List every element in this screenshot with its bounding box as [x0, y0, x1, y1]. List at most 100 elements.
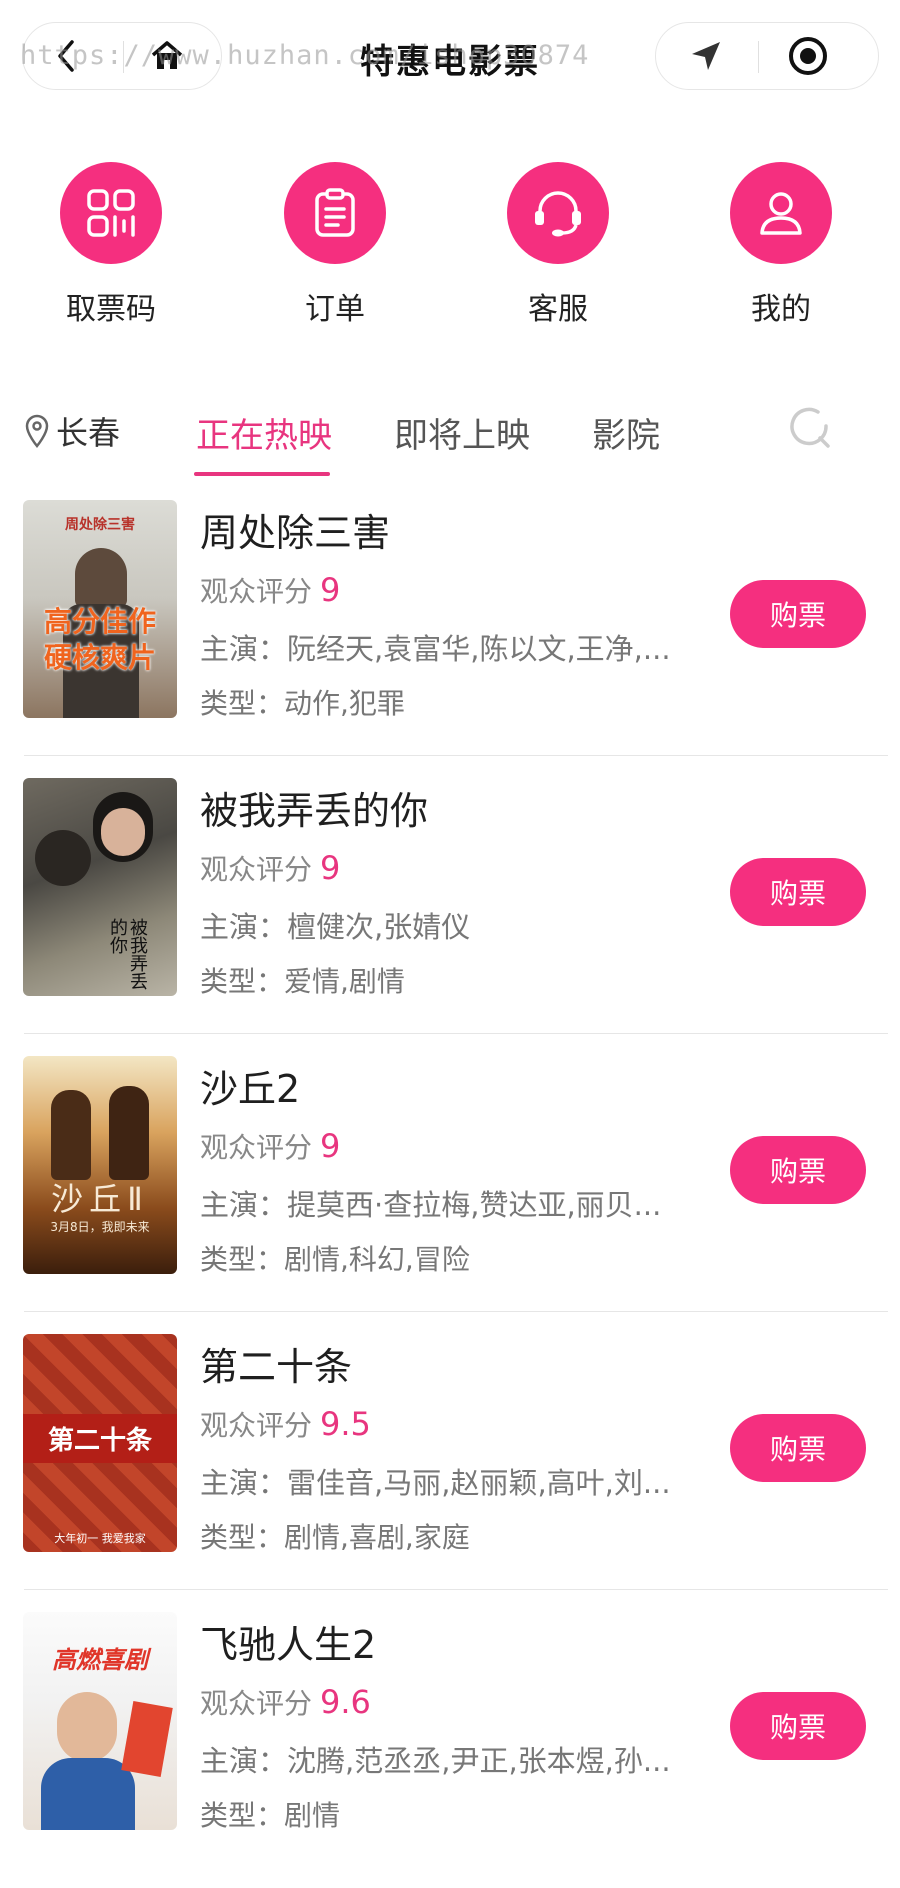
search-button[interactable] — [788, 406, 838, 456]
poster-top-text: 大年初一 我爱我家 — [54, 1532, 146, 1545]
top-navigation-bar: 特惠电影票 https://www.huzhan.com/ishop30874 — [0, 0, 900, 118]
poster-headline: 沙丘Ⅱ — [51, 1180, 149, 1218]
divider — [24, 1311, 888, 1312]
headset-icon — [535, 191, 581, 237]
genre-label: 类型： — [200, 1243, 285, 1276]
search-icon — [790, 407, 830, 448]
cast-value: 提莫西·查拉梅,赞达亚,丽贝... — [287, 1188, 662, 1222]
movie-genre: 类型：剧情,喜剧,家庭 — [200, 1516, 470, 1556]
buy-ticket-button[interactable]: 购票 — [730, 1692, 866, 1760]
divider — [24, 1033, 888, 1034]
movie-score: 观众评分 9 — [200, 848, 340, 888]
genre-value: 剧情,喜剧,家庭 — [284, 1521, 470, 1554]
divider — [24, 1589, 888, 1590]
tab-coming-soon[interactable]: 即将上映 — [394, 408, 530, 457]
score-value: 9.5 — [320, 1405, 371, 1443]
movie-tabs: 长春 正在热映 即将上映 影院 — [0, 398, 900, 478]
cast-value: 沈腾,范丞丞,尹正,张本煜,孙... — [287, 1744, 671, 1778]
location-pin-icon — [25, 414, 49, 448]
cast-label: 主演： — [200, 1466, 288, 1500]
quick-item-ticket-code[interactable]: 取票码 — [31, 162, 191, 328]
movie-item[interactable]: 被我弄丢的你 被我弄丢的你 观众评分 9 主演：檀健次,张婧仪 类型：爱情,剧情 … — [0, 778, 900, 1054]
buy-ticket-button[interactable]: 购票 — [730, 858, 866, 926]
location-button[interactable] — [666, 23, 746, 89]
genre-value: 动作,犯罪 — [284, 687, 405, 720]
quick-circle — [730, 162, 832, 264]
score-value: 9 — [320, 849, 341, 887]
poster-sign — [121, 1701, 173, 1777]
genre-label: 类型： — [200, 1521, 285, 1554]
tab-cinemas[interactable]: 影院 — [592, 408, 660, 457]
movie-genre: 类型：爱情,剧情 — [200, 960, 405, 1000]
genre-value: 剧情 — [284, 1799, 341, 1832]
score-label: 观众评分 — [200, 1687, 313, 1720]
score-label: 观众评分 — [200, 1131, 313, 1164]
poster-headline: 第二十条 — [23, 1414, 177, 1463]
genre-label: 类型： — [200, 965, 285, 998]
quick-label: 我的 — [751, 292, 811, 327]
movie-score: 观众评分 9.5 — [200, 1404, 371, 1444]
movie-item[interactable]: 第二十条 大年初一 我爱我家 第二十条 观众评分 9.5 主演：雷佳音,马丽,赵丽… — [0, 1334, 900, 1610]
quick-item-orders[interactable]: 订单 — [255, 162, 415, 328]
movie-title: 周处除三害 — [200, 511, 391, 555]
score-value: 9 — [320, 571, 341, 609]
movie-poster[interactable]: 第二十条 大年初一 我爱我家 — [23, 1334, 177, 1552]
movie-item[interactable]: 周处除三害 高分佳作 硬核爽片 周处除三害 观众评分 9 主演：阮经天,袁富华,陈… — [0, 500, 900, 776]
city-selector[interactable]: 长春 — [24, 408, 120, 454]
movie-cast: 主演：提莫西·查拉梅,赞达亚,丽贝... — [200, 1182, 710, 1224]
cast-label: 主演： — [200, 1188, 288, 1222]
cast-label: 主演： — [200, 910, 288, 944]
movie-poster[interactable]: 高燃喜剧 — [23, 1612, 177, 1830]
poster-top-text: 周处除三害 — [65, 517, 135, 533]
score-label: 观众评分 — [200, 1409, 313, 1442]
poster-figure — [51, 1090, 91, 1180]
tab-now-showing[interactable]: 正在热映 — [196, 408, 332, 457]
genre-value: 爱情,剧情 — [284, 965, 405, 998]
movie-title: 第二十条 — [200, 1345, 353, 1389]
movie-score: 观众评分 9 — [200, 570, 340, 610]
cast-value: 阮经天,袁富华,陈以文,王净,... — [287, 632, 671, 666]
movie-poster[interactable]: 周处除三害 高分佳作 硬核爽片 — [23, 500, 177, 718]
score-value: 9 — [320, 1127, 341, 1165]
cast-label: 主演： — [200, 1744, 288, 1778]
movie-cast: 主演：沈腾,范丞丞,尹正,张本煜,孙... — [200, 1738, 710, 1780]
quick-item-customer-service[interactable]: 客服 — [478, 162, 638, 328]
quick-label: 取票码 — [66, 292, 156, 327]
movie-cast: 主演：阮经天,袁富华,陈以文,王净,... — [200, 626, 710, 668]
movie-genre: 类型：剧情,科幻,冒险 — [200, 1238, 470, 1278]
movie-item[interactable]: 沙丘Ⅱ 3月8日，我即未来 沙丘2 观众评分 9 主演：提莫西·查拉梅,赞达亚,丽… — [0, 1056, 900, 1332]
quick-circle — [507, 162, 609, 264]
buy-ticket-button[interactable]: 购票 — [730, 1414, 866, 1482]
poster-headline: 高分佳作 硬核爽片 — [43, 605, 156, 674]
poster-face — [57, 1692, 117, 1762]
quick-label: 订单 — [305, 292, 365, 327]
navigation-arrow-icon — [692, 42, 720, 70]
score-value: 9.6 — [320, 1683, 371, 1721]
buy-ticket-button[interactable]: 购票 — [730, 1136, 866, 1204]
ticket-code-icon — [87, 189, 135, 237]
movie-genre: 类型：动作,犯罪 — [200, 682, 405, 722]
poster-figure-2 — [35, 830, 91, 886]
movie-title: 飞驰人生2 — [200, 1623, 377, 1667]
close-miniprogram-button[interactable] — [768, 23, 848, 89]
poster-headline: 被我弄丢的你 — [107, 918, 148, 990]
movie-item[interactable]: 高燃喜剧 飞驰人生2 观众评分 9.6 主演：沈腾,范丞丞,尹正,张本煜,孙...… — [0, 1612, 900, 1888]
quick-circle — [284, 162, 386, 264]
user-icon — [760, 192, 802, 235]
quick-item-mine[interactable]: 我的 — [701, 162, 861, 328]
nav-pill-right — [655, 22, 879, 90]
movie-genre: 类型：剧情 — [200, 1794, 340, 1834]
divider — [24, 755, 888, 756]
quick-circle — [60, 162, 162, 264]
movie-cast: 主演：雷佳音,马丽,赵丽颖,高叶,刘... — [200, 1460, 710, 1502]
movie-title: 被我弄丢的你 — [200, 789, 429, 833]
movie-poster[interactable]: 被我弄丢的你 — [23, 778, 177, 996]
movie-poster[interactable]: 沙丘Ⅱ 3月8日，我即未来 — [23, 1056, 177, 1274]
genre-value: 剧情,科幻,冒险 — [284, 1243, 470, 1276]
city-name: 长春 — [56, 414, 121, 452]
score-label: 观众评分 — [200, 575, 313, 608]
genre-label: 类型： — [200, 1799, 285, 1832]
poster-face — [101, 808, 145, 856]
buy-ticket-button[interactable]: 购票 — [730, 580, 866, 648]
movie-score: 观众评分 9 — [200, 1126, 340, 1166]
